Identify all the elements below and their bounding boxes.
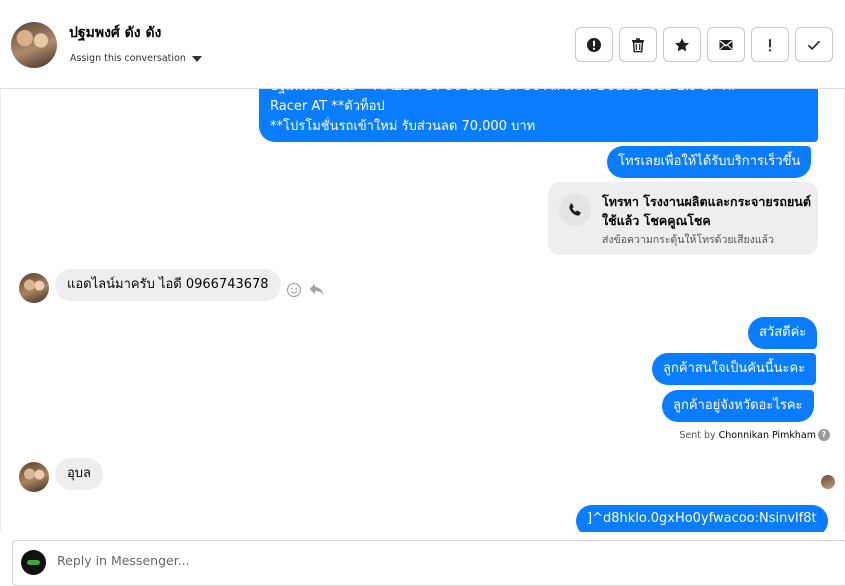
message-outgoing-hello[interactable]: สวัสดีค่ะ <box>748 317 818 349</box>
message-outgoing-promo[interactable]: ปฐมพงศ์ U012 -- MAZDA BT-50 2022 BT-50 A… <box>259 89 818 142</box>
contact-name[interactable]: ปฐมพงศ์ ดัง ดัง <box>69 22 161 44</box>
read-receipt-avatar <box>821 475 835 489</box>
message-outgoing-call-prompt[interactable]: โทรเลยเพื่อให้ได้รับบริการเร็วขึ้น <box>607 146 812 178</box>
exclamation-icon <box>768 38 772 51</box>
sent-by-name: Chonnikan Pimkham <box>718 430 816 441</box>
message-incoming-line-id[interactable]: แอดไลน์มาครับ ไอดี 0966743678 <box>55 269 281 301</box>
delete-button[interactable] <box>619 27 657 62</box>
phone-icon <box>569 203 581 216</box>
sender-avatar[interactable] <box>19 273 49 303</box>
contact-avatar[interactable] <box>11 22 57 68</box>
report-spam-button[interactable] <box>575 27 613 62</box>
page-avatar <box>21 550 46 575</box>
envelope-icon <box>719 39 733 50</box>
reply-arrow-icon[interactable] <box>308 281 325 298</box>
mark-unread-button[interactable] <box>707 27 745 62</box>
reply-bar <box>0 532 845 586</box>
assign-label: Assign this conversation <box>70 53 186 64</box>
reply-input[interactable] <box>57 553 457 568</box>
question-mark-icon[interactable]: ? <box>818 429 830 441</box>
call-icon-wrap <box>559 194 591 226</box>
call-card-title: โทรหา โรงงานผลิตและกระจายรถยนต์ใช้แล้ว โ… <box>602 194 811 228</box>
message-hover-actions <box>286 281 325 298</box>
promo-line-1: ปฐมพงศ์ U012 -- MAZDA BT-50 2022 BT-50 A… <box>270 89 807 97</box>
star-button[interactable] <box>663 27 701 62</box>
message-outgoing-interest[interactable]: ลูกค้าสนใจเป็นคันนี้นะคะ <box>652 353 817 385</box>
assign-conversation-dropdown[interactable]: Assign this conversation <box>70 53 202 64</box>
reply-box[interactable] <box>12 540 845 586</box>
sent-by-label: Sent by Chonnikan Pimkham <box>679 430 816 441</box>
message-outgoing-code[interactable]: ]^d8hklo.0gxHo0yfwacoo:Nsinvlf8t <box>576 505 828 532</box>
promo-line-2: Racer AT **ตัวท็อป <box>270 99 385 114</box>
message-incoming-ubon[interactable]: อุบล <box>55 458 104 490</box>
message-outgoing-province[interactable]: ลูกค้าอยู่จังหวัดอะไรคะ <box>662 390 814 422</box>
star-icon <box>675 37 689 51</box>
promo-line-3: **โปรโมชั่นรถเข้าใหม่ รับส่วนลด 70,000 บ… <box>270 119 536 134</box>
alert-circle-icon <box>587 37 601 52</box>
smiley-icon[interactable] <box>286 282 302 298</box>
checkmark-icon <box>807 40 821 50</box>
call-card-subtitle: ส่งข้อความกระตุ้นให้โทรด้วยเสียงแล้ว <box>602 234 774 246</box>
conversation-thread[interactable]: ปฐมพงศ์ U012 -- MAZDA BT-50 2022 BT-50 A… <box>0 89 845 532</box>
caret-down-icon <box>191 55 202 62</box>
conversation-header: ปฐมพงศ์ ดัง ดัง Assign this conversation <box>0 0 845 89</box>
follow-up-button[interactable] <box>751 27 789 62</box>
sender-avatar[interactable] <box>19 462 49 492</box>
mark-done-button[interactable] <box>795 27 833 62</box>
page-logo-icon <box>27 560 40 565</box>
header-actions <box>575 27 833 62</box>
trash-icon <box>632 37 644 52</box>
sent-by-prefix: Sent by <box>679 430 716 441</box>
call-request-card[interactable]: โทรหา โรงงานผลิตและกระจายรถยนต์ใช้แล้ว โ… <box>548 182 818 255</box>
